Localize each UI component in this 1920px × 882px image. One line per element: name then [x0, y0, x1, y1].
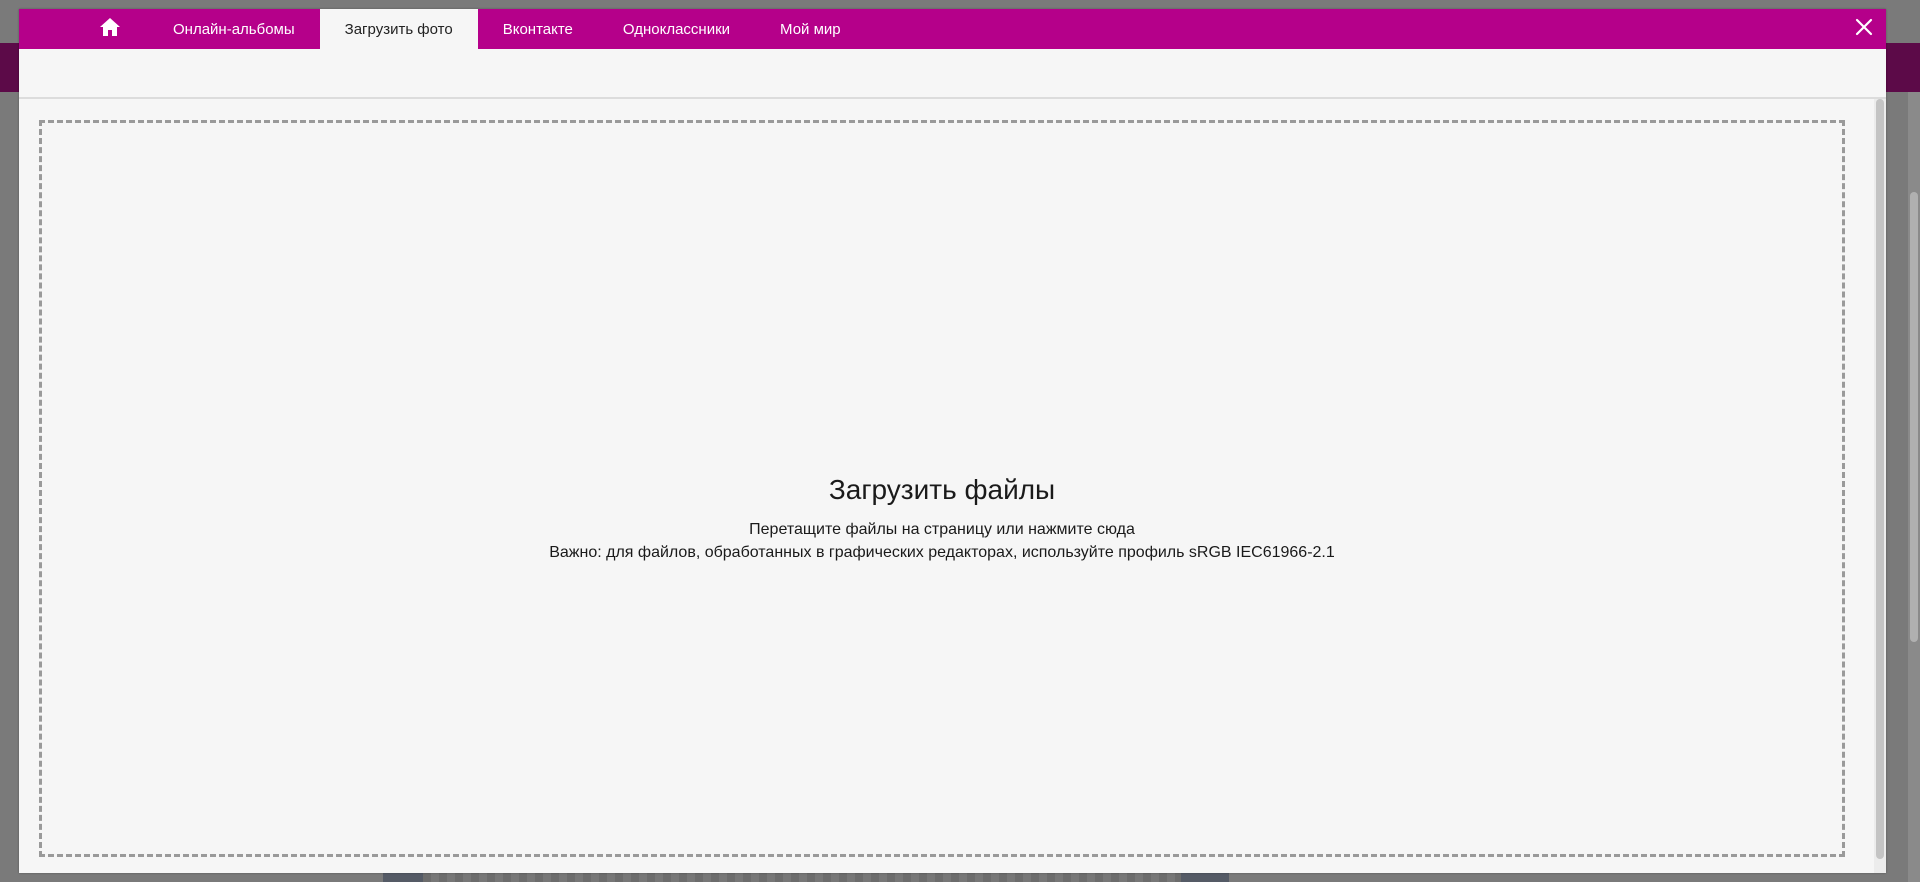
tab-moy-mir[interactable]: Мой мир — [755, 9, 866, 49]
home-icon — [99, 17, 121, 42]
tab-upload-photo[interactable]: Загрузить фото — [319, 9, 478, 49]
close-button[interactable] — [1852, 17, 1876, 41]
dialog-scrollbar[interactable] — [1874, 99, 1886, 873]
upload-dialog: Онлайн-альбомы Загрузить фото Вконтакте … — [19, 9, 1886, 873]
dropzone-hint: Перетащите файлы на страницу или нажмите… — [749, 521, 1135, 538]
upload-content: Загрузить файлы Перетащите файлы на стра… — [19, 99, 1886, 873]
tab-home[interactable] — [71, 9, 148, 49]
dialog-scrollbar-thumb[interactable] — [1876, 99, 1884, 859]
tab-odnoklassniki[interactable]: Одноклассники — [598, 9, 755, 49]
tab-online-albums[interactable]: Онлайн-альбомы — [148, 9, 320, 49]
dropzone-note: Важно: для файлов, обработанных в графич… — [549, 544, 1335, 561]
file-dropzone[interactable]: Загрузить файлы Перетащите файлы на стра… — [39, 120, 1845, 857]
dropzone-title: Загрузить файлы — [828, 474, 1056, 505]
close-icon — [1855, 18, 1873, 41]
page-scrollbar-thumb[interactable] — [1910, 192, 1918, 642]
page-scrollbar[interactable] — [1908, 92, 1920, 882]
background-photo-strip — [383, 872, 1229, 882]
background-strip-left — [383, 872, 423, 882]
background-strip-right — [1181, 872, 1229, 882]
tab-vkontakte[interactable]: Вконтакте — [478, 9, 598, 49]
tab-bar: Онлайн-альбомы Загрузить фото Вконтакте … — [19, 9, 1886, 49]
toolbar-area — [19, 49, 1886, 99]
